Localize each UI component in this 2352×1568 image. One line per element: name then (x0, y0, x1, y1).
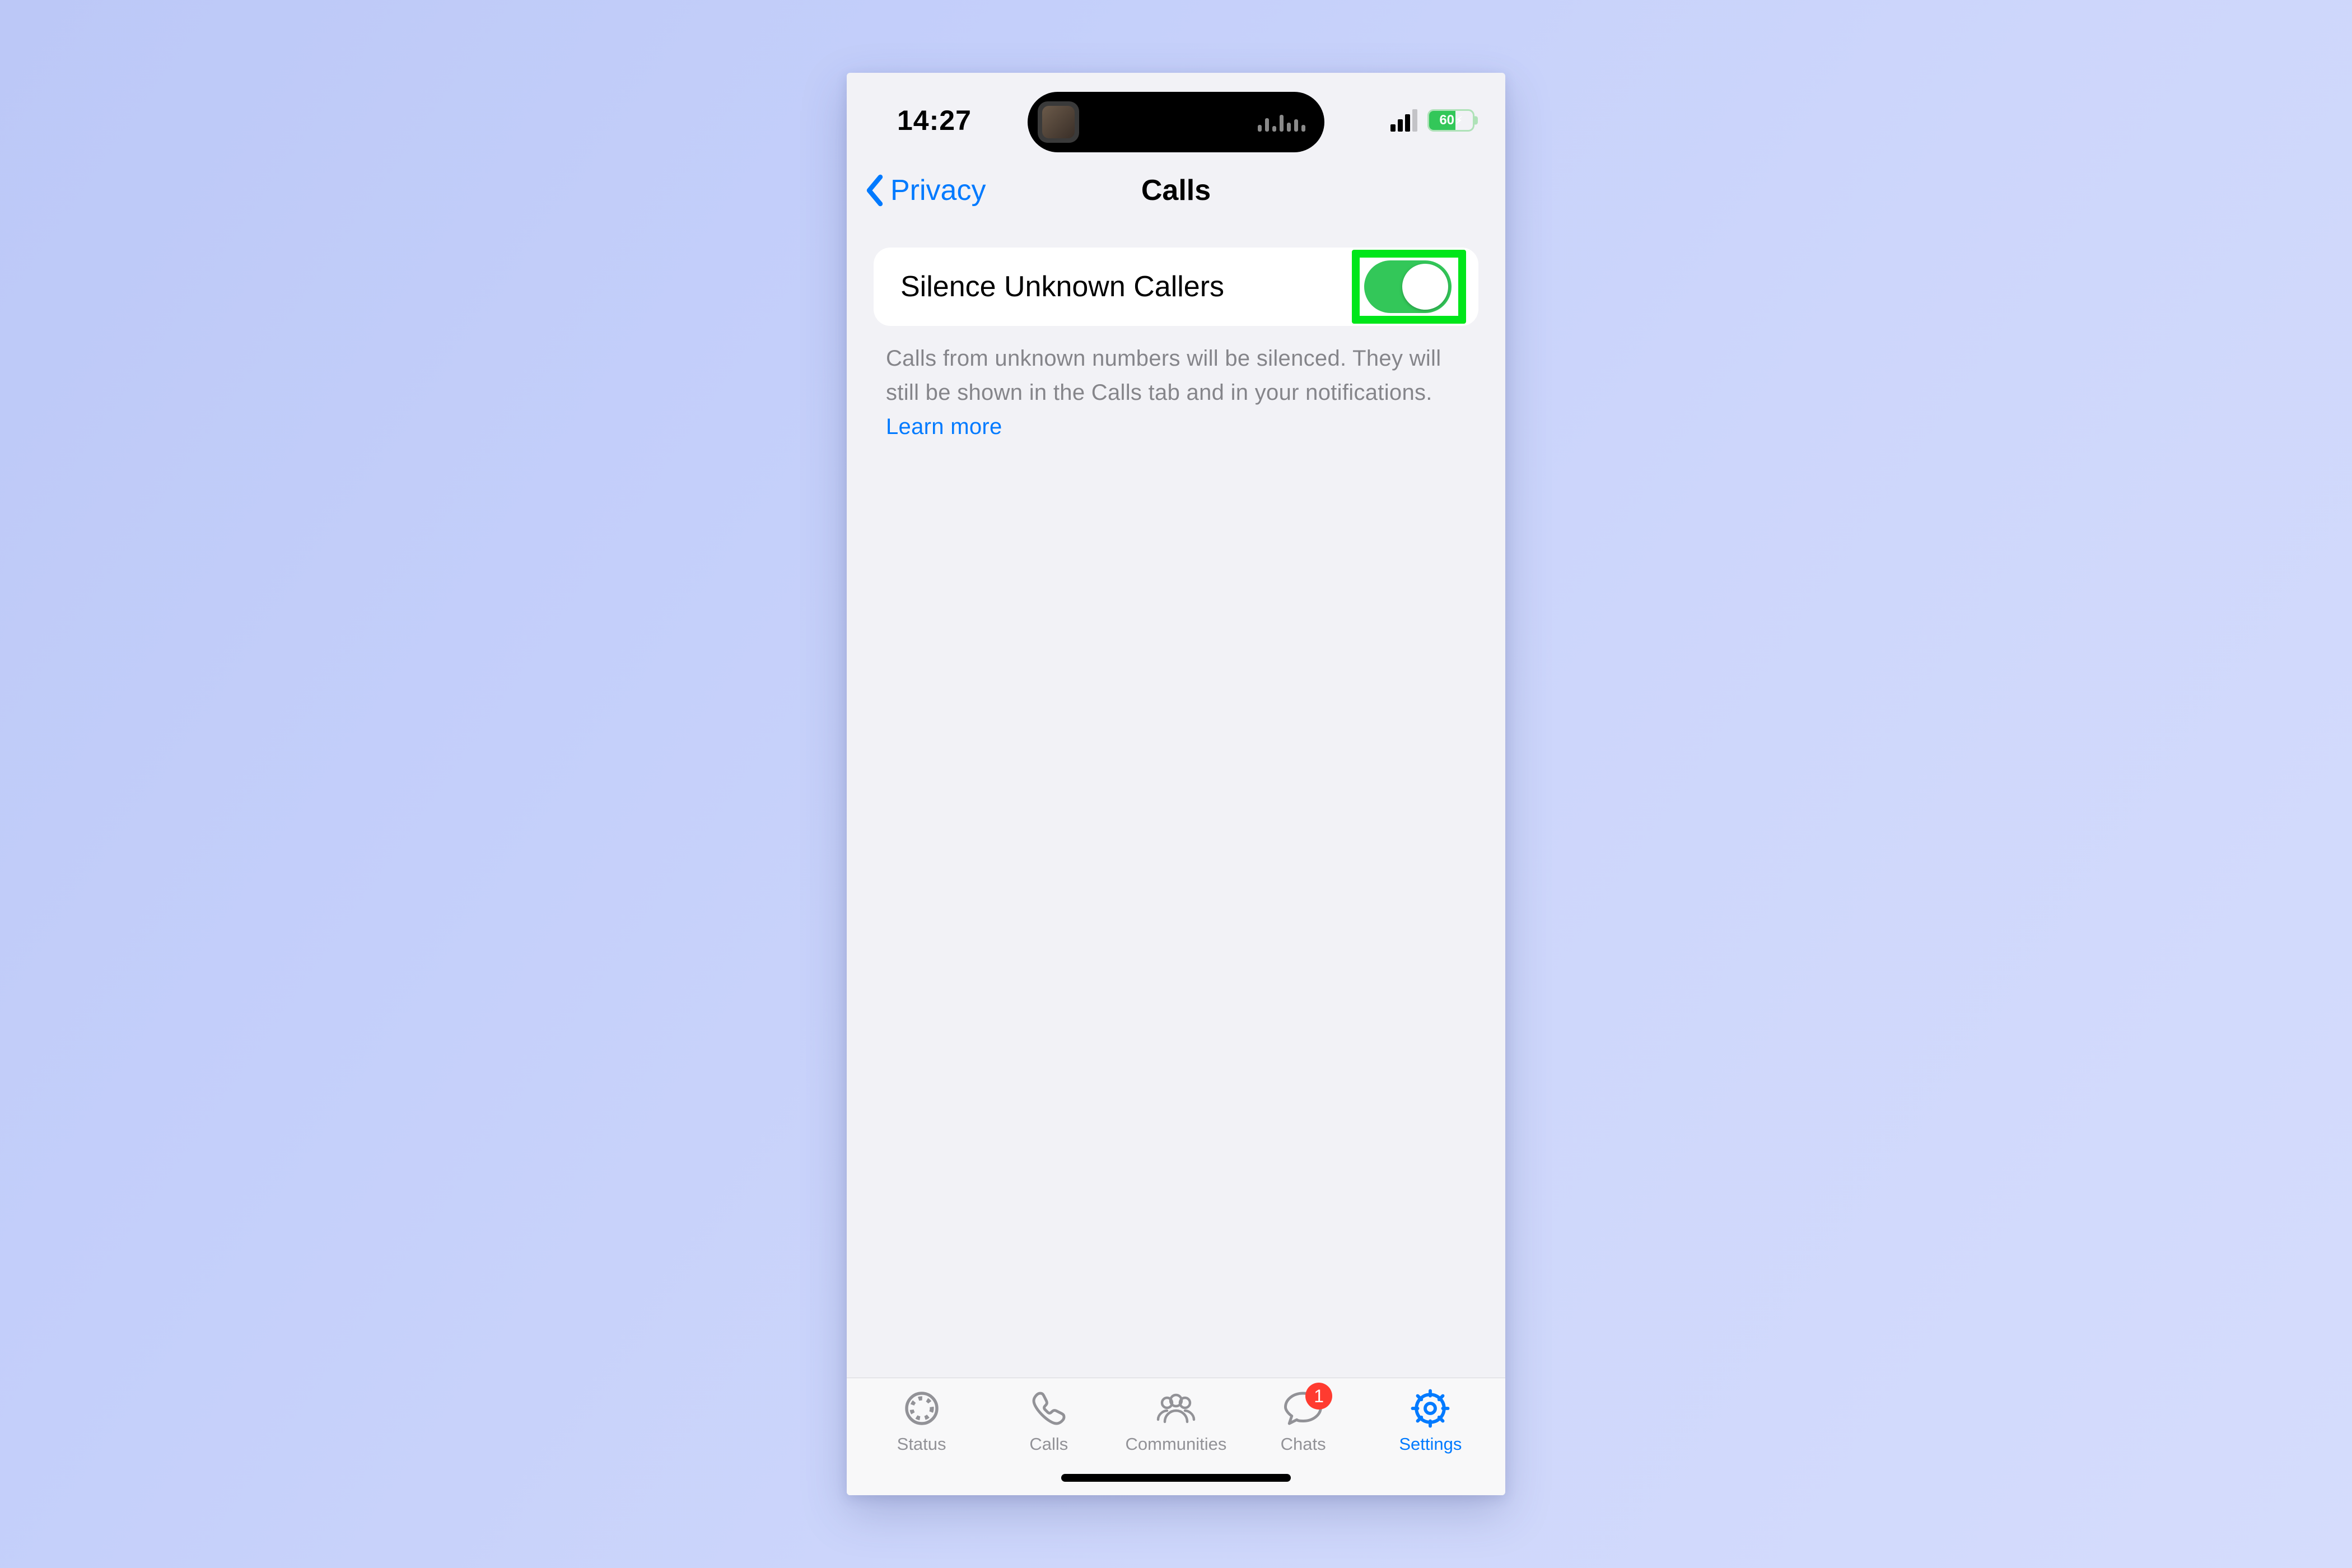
tab-status[interactable]: Status (866, 1388, 978, 1495)
battery-icon: 60⚡︎ (1427, 109, 1474, 132)
audio-waveform-icon (1258, 113, 1305, 132)
phone-frame: 14:27 60⚡︎ Privacy Call (847, 73, 1505, 1495)
silence-unknown-callers-toggle[interactable] (1364, 260, 1452, 313)
now-playing-thumbnail-icon (1038, 101, 1079, 143)
back-button[interactable]: Privacy (864, 174, 986, 207)
phone-icon (1026, 1388, 1071, 1429)
setting-footer: Calls from unknown numbers will be silen… (874, 326, 1478, 444)
status-bar: 14:27 60⚡︎ (847, 73, 1505, 157)
home-indicator[interactable] (1061, 1474, 1291, 1482)
tab-label: Status (897, 1434, 946, 1454)
status-right: 60⚡︎ (1390, 109, 1474, 132)
silence-unknown-callers-label: Silence Unknown Callers (900, 270, 1224, 304)
chevron-left-icon (864, 174, 886, 207)
battery-percent: 60 (1439, 113, 1454, 128)
navigation-bar: Privacy Calls (847, 157, 1505, 224)
back-label: Privacy (890, 174, 986, 207)
tab-label: Settings (1399, 1434, 1462, 1454)
tab-label: Communities (1126, 1434, 1227, 1454)
charging-bolt-icon: ⚡︎ (1455, 115, 1463, 127)
cellular-signal-icon (1390, 109, 1417, 132)
unread-badge: 1 (1305, 1383, 1332, 1410)
status-time: 14:27 (897, 104, 972, 137)
dynamic-island[interactable] (1028, 92, 1324, 152)
status-ring-icon (899, 1388, 944, 1429)
people-group-icon (1154, 1388, 1198, 1429)
page-title: Calls (1141, 174, 1211, 207)
tab-settings[interactable]: Settings (1374, 1388, 1486, 1495)
tab-label: Calls (1029, 1434, 1068, 1454)
silence-unknown-callers-row: Silence Unknown Callers (874, 248, 1478, 326)
content-area: Silence Unknown Callers Calls from unkno… (847, 224, 1505, 1378)
setting-footer-text: Calls from unknown numbers will be silen… (886, 346, 1441, 405)
learn-more-link[interactable]: Learn more (886, 414, 1002, 439)
tab-label: Chats (1281, 1434, 1326, 1454)
gear-icon (1408, 1388, 1453, 1429)
